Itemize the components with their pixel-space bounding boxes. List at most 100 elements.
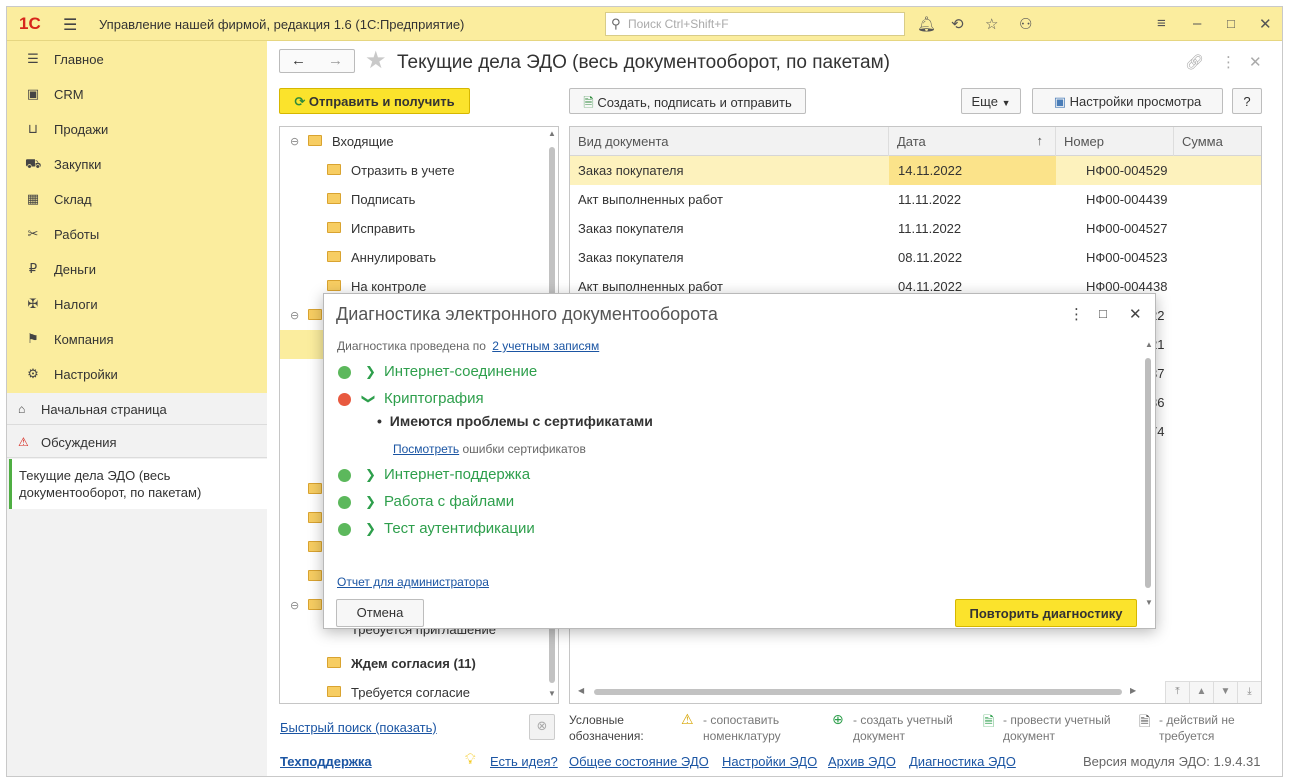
sidebar-item-label: Налоги [54,297,98,312]
more-vertical-icon[interactable]: ⋮ [1221,53,1236,71]
chevron-right-icon[interactable]: ❯ [365,521,376,537]
scroll-down-icon[interactable]: ▼ [548,689,556,698]
sidebar-item-settings[interactable]: ⚙ Настройки [7,357,267,392]
dialog-close-icon[interactable]: ✕ [1129,305,1142,323]
bullet: • [377,413,382,429]
page-down-icon[interactable]: ▼ [1213,681,1237,703]
page-up-icon[interactable]: ▲ [1189,681,1213,703]
chevron-right-icon[interactable]: ❯ [365,494,376,510]
scroll-left-icon[interactable]: ◀ [578,686,584,695]
favorites-icon[interactable]: ☆ [985,15,998,33]
sidebar-item-company[interactable]: ⚑ Компания [7,322,267,357]
favorite-star-icon[interactable]: ★ [365,46,387,75]
maximize-icon[interactable]: □ [1227,16,1235,31]
check-label: Интернет-соединение [384,363,538,380]
support-link[interactable]: Техподдержка [280,754,372,769]
collapse-icon[interactable]: ⊖ [290,599,299,612]
column-header-date[interactable]: Дата ↑ [889,127,1056,156]
minimize-icon[interactable]: – [1193,15,1201,32]
quick-search-link[interactable]: Быстрый поиск (показать) [280,720,437,735]
sidebar-item-sales[interactable]: ⊔ Продажи [7,112,267,147]
scroll-top-icon[interactable]: ⤒ [1165,681,1189,703]
more-button[interactable]: Еще ▼ [961,88,1021,114]
column-header-type[interactable]: Вид документа [570,127,889,156]
sidebar-item-works[interactable]: ✂ Работы [7,217,267,252]
send-receive-button[interactable]: ⟳ Отправить и получить [279,88,470,114]
table-hscrollbar[interactable]: ◀ ▶ ⤒ ▲ ▼ ⤓ [570,681,1261,703]
dialog-more-icon[interactable]: ⋮ [1069,305,1084,323]
edo-diagnostics-link[interactable]: Диагностика ЭДО [909,754,1016,769]
history-nav: ← → [279,49,355,73]
view-suffix: ошибки сертификатов [462,442,586,456]
scroll-down-icon[interactable]: ▼ [1145,598,1153,607]
create-sign-send-button[interactable]: 🗎︎ Создать, подписать и отправить [569,88,806,114]
scroll-up-icon[interactable]: ▲ [548,129,556,138]
tree-row[interactable]: Исправить [280,214,546,243]
view-errors-row: Посмотреть ошибки сертификатов [393,442,586,456]
discussions-link[interactable]: ⚠ Обсуждения [7,426,267,458]
cell-type: Акт выполненных работ [578,279,723,294]
table-row[interactable]: Заказ покупателя 11.11.2022 НФ00-004527 [570,214,1261,243]
edo-archive-link[interactable]: Архив ЭДО [828,754,896,769]
tree-row[interactable]: Требуется согласие [280,678,546,703]
tree-row[interactable]: Ждем согласия (11) [280,649,546,678]
help-button[interactable]: ? [1232,88,1262,114]
close-icon[interactable]: ✕ [1259,15,1272,33]
edo-settings-link[interactable]: Настройки ЭДО [722,754,817,769]
tree-row[interactable]: Аннулировать [280,243,546,272]
scroll-thumb[interactable] [1145,358,1151,588]
bell-icon[interactable]: 🔔︎ [917,15,936,33]
sidebar-item-warehouse[interactable]: ▦ Склад [7,182,267,217]
open-form-tab[interactable]: Текущие дела ЭДО (весь документооборот, … [9,459,267,509]
retry-diagnostics-button[interactable]: Повторить диагностику [955,599,1137,627]
collapse-icon[interactable]: ⊖ [290,309,299,322]
column-header-number[interactable]: Номер [1056,127,1174,156]
history-icon[interactable]: ⟲ [951,15,964,33]
search-placeholder: Поиск Ctrl+Shift+F [628,17,729,31]
users-icon[interactable]: ⚇ [1019,15,1032,33]
edo-status-link[interactable]: Общее состояние ЭДО [569,754,709,769]
table-row[interactable]: Заказ покупателя 14.11.2022 НФ00-004529 [570,156,1261,185]
chevron-right-icon[interactable]: ❯ [365,364,376,380]
tree-row[interactable]: Отразить в учете [280,156,546,185]
id-card-icon: ▣ [26,86,40,101]
dialog-scrollbar[interactable]: ▲ ▼ [1141,336,1155,616]
admin-report-link[interactable]: Отчет для администратора [337,575,489,589]
sidebar-item-label: Закупки [54,157,102,172]
home-page-link[interactable]: ⌂ Начальная страница [7,393,267,425]
tree-row[interactable]: ⊖ Входящие [280,127,546,156]
sidebar-item-main[interactable]: ☰ Главное [7,42,267,77]
view-link[interactable]: Посмотреть [393,442,459,456]
scroll-bottom-icon[interactable]: ⤓ [1237,681,1261,703]
table-row[interactable]: Акт выполненных работ 11.11.2022 НФ00-00… [570,185,1261,214]
sidebar-item-taxes[interactable]: ✠ Налоги [7,287,267,322]
dialog-maximize-icon[interactable]: □ [1099,306,1107,321]
cancel-button[interactable]: Отмена [336,599,424,627]
clear-filter-button[interactable]: ⊗ [529,714,555,740]
search-input[interactable]: ⚲ Поиск Ctrl+Shift+F [605,12,905,36]
idea-link[interactable]: Есть идея? [490,754,558,769]
gear-icon: ⚙ [27,366,39,381]
legend-item: - провести учетный документ [1003,713,1111,743]
sidebar-item-purchases[interactable]: ⛟ Закупки [7,147,267,182]
scroll-right-icon[interactable]: ▶ [1130,686,1136,695]
link-icon[interactable]: 🔗︎ [1185,53,1204,71]
view-settings-button[interactable]: ▣ Настройки просмотра [1032,88,1223,114]
tree-row[interactable]: Подписать [280,185,546,214]
chevron-right-icon[interactable]: ❯ [365,467,376,483]
accounts-link[interactable]: 2 учетным записям [492,339,599,353]
post-doc-icon: 🗎︎ [983,713,995,729]
chevron-down-icon[interactable]: ❯ [360,394,376,405]
sidebar-item-crm[interactable]: ▣ CRM [7,77,267,112]
sidebar-item-money[interactable]: ₽ Деньги [7,252,267,287]
table-row[interactable]: Заказ покупателя 08.11.2022 НФ00-004523 [570,243,1261,272]
scroll-up-icon[interactable]: ▲ [1145,340,1153,349]
back-arrow-icon[interactable]: ← [291,52,306,69]
form-close-icon[interactable]: ✕ [1249,53,1262,71]
scroll-thumb[interactable] [594,689,1122,695]
main-menu-icon[interactable]: ☰ [63,15,77,35]
forward-arrow-icon[interactable]: → [328,52,343,69]
settings-menu-icon[interactable]: ≡ [1157,15,1166,32]
collapse-icon[interactable]: ⊖ [290,135,299,148]
column-header-sum[interactable]: Сумма [1174,127,1261,156]
